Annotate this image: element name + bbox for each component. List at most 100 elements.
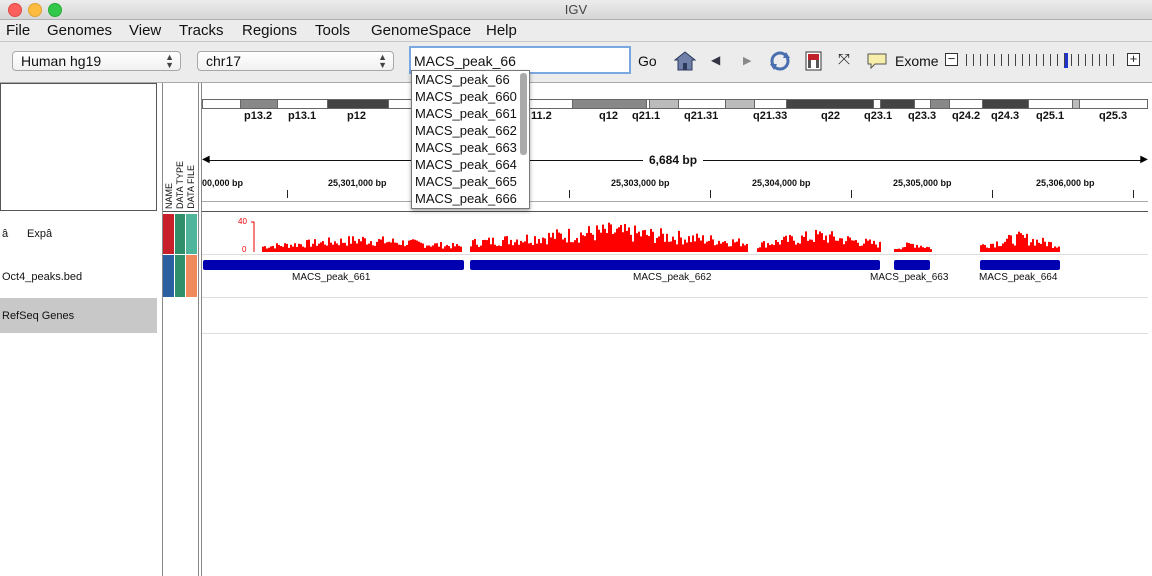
coverage-bar bbox=[712, 239, 714, 252]
locus-autocomplete-list[interactable]: MACS_peak_66 MACS_peak_660 MACS_peak_661… bbox=[411, 70, 530, 209]
coverage-bar bbox=[562, 239, 564, 252]
coverage-bar bbox=[789, 234, 791, 252]
coverage-bar bbox=[308, 239, 310, 252]
coverage-bar bbox=[809, 239, 811, 252]
attr-cell-name-coverage[interactable] bbox=[163, 214, 174, 254]
coverage-bar bbox=[402, 240, 404, 252]
coverage-bar bbox=[904, 246, 906, 252]
coverage-bar bbox=[368, 243, 370, 252]
genome-dropdown[interactable]: Human hg19 ▲ ▼ bbox=[12, 51, 181, 71]
go-button[interactable]: Go bbox=[638, 53, 657, 69]
coverage-bar bbox=[306, 240, 308, 252]
refseq-track[interactable] bbox=[202, 298, 1148, 334]
coverage-bar bbox=[580, 232, 582, 252]
autocomplete-item[interactable]: MACS_peak_663 bbox=[412, 139, 529, 156]
zoom-in-button[interactable]: + bbox=[1127, 52, 1140, 66]
attribute-panel: NAME DATA TYPE DATA FILE bbox=[162, 83, 199, 576]
fit-to-window-icon[interactable]: ⤧ bbox=[838, 51, 850, 68]
coverage-bar bbox=[342, 242, 344, 252]
peaks-track[interactable]: MACS_peak_661 MACS_peak_662 MACS_peak_66… bbox=[202, 255, 1148, 298]
menu-genomes[interactable]: Genomes bbox=[47, 22, 112, 39]
attr-header-name[interactable]: NAME bbox=[164, 183, 174, 209]
attr-cell-type-peaks[interactable] bbox=[175, 255, 185, 297]
coverage-bar bbox=[482, 239, 484, 252]
zoom-tick bbox=[1043, 54, 1044, 66]
coverage-bar bbox=[592, 234, 594, 252]
coverage-bar bbox=[742, 243, 744, 252]
zoom-tick bbox=[966, 54, 967, 66]
attr-header-data-file[interactable]: DATA FILE bbox=[186, 165, 196, 209]
autocomplete-item[interactable]: MACS_peak_666 bbox=[412, 190, 529, 207]
zoom-out-button[interactable]: − bbox=[945, 52, 958, 66]
coverage-bar bbox=[520, 240, 522, 252]
coverage-bar bbox=[518, 244, 520, 252]
zoom-tick bbox=[973, 54, 974, 66]
track-name-peaks[interactable]: Oct4_peaks.bed bbox=[2, 271, 82, 283]
coverage-bar bbox=[1048, 241, 1050, 252]
coverage-bar bbox=[674, 239, 676, 252]
refresh-icon[interactable] bbox=[768, 50, 792, 72]
coverage-bar bbox=[472, 240, 474, 252]
region-of-interest-icon[interactable] bbox=[805, 51, 823, 71]
attr-header-data-type[interactable]: DATA TYPE bbox=[175, 161, 185, 209]
coverage-bar bbox=[728, 246, 730, 252]
peak-feature[interactable] bbox=[894, 260, 930, 270]
coverage-bar bbox=[746, 243, 748, 252]
attr-cell-file-coverage[interactable] bbox=[186, 214, 197, 254]
coverage-bar bbox=[446, 244, 448, 252]
coverage-bar bbox=[744, 245, 746, 252]
coverage-bar bbox=[837, 240, 839, 252]
track-row-refseq[interactable]: RefSeq Genes bbox=[0, 298, 157, 333]
autocomplete-item[interactable]: MACS_peak_661 bbox=[412, 105, 529, 122]
coverage-bar bbox=[328, 237, 330, 252]
coverage-bar bbox=[765, 247, 767, 252]
forward-icon[interactable]: ▶ bbox=[743, 54, 751, 67]
coverage-bar bbox=[875, 244, 877, 252]
zoom-slider[interactable] bbox=[966, 53, 1122, 68]
coverage-bar bbox=[530, 242, 532, 252]
coverage-bar bbox=[801, 235, 803, 252]
coverage-bar bbox=[688, 236, 690, 252]
coverage-bar bbox=[404, 246, 406, 252]
coverage-bar bbox=[628, 227, 630, 252]
menu-file[interactable]: File bbox=[6, 22, 30, 39]
peak-feature[interactable] bbox=[470, 260, 880, 270]
autocomplete-item[interactable]: MACS_peak_664 bbox=[412, 156, 529, 173]
coverage-bar bbox=[680, 237, 682, 252]
ruler-tick-label: 00,000 bp bbox=[202, 178, 244, 188]
coverage-bar bbox=[831, 231, 833, 252]
peak-feature[interactable] bbox=[980, 260, 1060, 270]
home-icon[interactable] bbox=[674, 51, 696, 71]
coverage-bar bbox=[564, 237, 566, 252]
track-name-coverage[interactable]: Expâ bbox=[27, 228, 52, 240]
menu-help[interactable]: Help bbox=[486, 22, 517, 39]
coverage-bar bbox=[358, 239, 360, 252]
coverage-bar bbox=[264, 246, 266, 252]
chromosome-dropdown[interactable]: chr17 ▲ ▼ bbox=[197, 51, 394, 71]
coverage-bar bbox=[670, 241, 672, 252]
attr-cell-type-coverage[interactable] bbox=[175, 214, 185, 254]
attr-cell-name-peaks[interactable] bbox=[163, 255, 174, 297]
autocomplete-item[interactable]: MACS_peak_66 bbox=[412, 71, 529, 88]
menu-tracks[interactable]: Tracks bbox=[179, 22, 223, 39]
coverage-track[interactable]: 40 0 bbox=[202, 214, 1148, 255]
coverage-bar bbox=[817, 234, 819, 252]
autocomplete-item[interactable]: MACS_peak_660 bbox=[412, 88, 529, 105]
coverage-bar bbox=[1038, 242, 1040, 252]
coverage-bar bbox=[638, 231, 640, 252]
autocomplete-item[interactable]: MACS_peak_662 bbox=[412, 122, 529, 139]
back-icon[interactable]: ◀ bbox=[711, 53, 720, 67]
menu-view[interactable]: View bbox=[129, 22, 161, 39]
peak-feature[interactable] bbox=[203, 260, 464, 270]
coverage-bar bbox=[684, 239, 686, 252]
popup-info-icon[interactable] bbox=[866, 52, 888, 70]
coverage-bar bbox=[648, 236, 650, 252]
menu-regions[interactable]: Regions bbox=[242, 22, 297, 39]
menu-tools[interactable]: Tools bbox=[315, 22, 350, 39]
coverage-bar bbox=[552, 232, 554, 252]
attr-cell-file-peaks[interactable] bbox=[186, 255, 197, 297]
autocomplete-scrollbar[interactable] bbox=[520, 73, 527, 155]
menu-genomespace[interactable]: GenomeSpace bbox=[371, 22, 471, 39]
autocomplete-item[interactable]: MACS_peak_665 bbox=[412, 173, 529, 190]
coverage-bar bbox=[274, 248, 276, 252]
